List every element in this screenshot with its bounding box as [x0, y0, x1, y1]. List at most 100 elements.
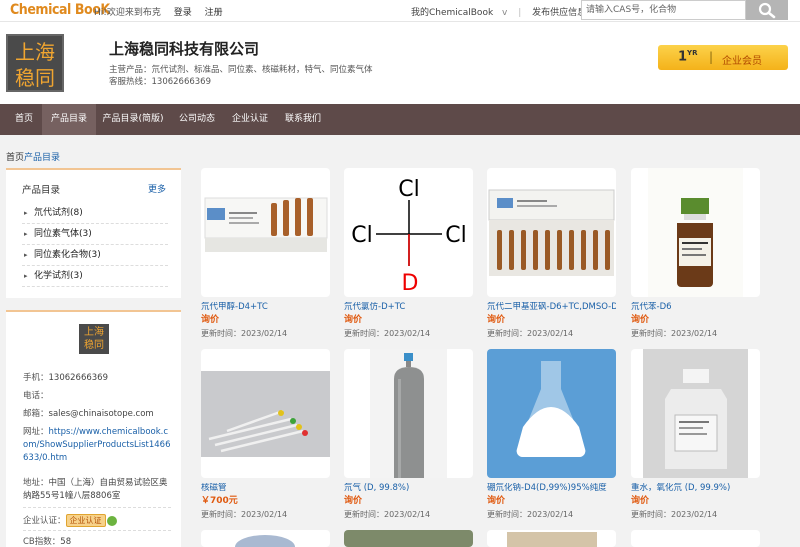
product-card[interactable]: 氘气 (D, 99.8%) 询价 更新时间：2023/02/14 — [344, 349, 473, 520]
product-card-partial[interactable] — [487, 530, 616, 547]
nav-product-catalog[interactable]: 产品目录 — [42, 104, 96, 135]
catalog-title: 产品目录 — [22, 185, 61, 196]
product-image-structure[interactable]: Cl Cl Cl D — [344, 168, 473, 297]
page-body: 首页产品目录 产品目录 更多 ▸ 氘代试剂(8) ▸ 同位素气体(3) ▸ 同位素化合… — [0, 135, 800, 547]
member-badge[interactable]: 1YR | 企业会员 — [658, 45, 788, 70]
product-updated: 更新时间：2023/02/14 — [487, 510, 574, 519]
product-name[interactable]: 氘气 (D, 99.8%) — [344, 483, 473, 494]
cb-index-row: CB指数：58 — [23, 536, 173, 547]
welcome-text: Hi!欢迎来到布克 — [94, 8, 161, 18]
product-updated: 更新时间：2023/02/14 — [201, 329, 288, 338]
bullet-icon: ▸ — [24, 209, 28, 217]
register-link[interactable]: 注册 — [205, 8, 223, 18]
product-card[interactable]: 氘代苯-D6 询价 更新时间：2023/02/14 — [631, 168, 760, 339]
product-updated: 更新时间：2023/02/14 — [344, 329, 431, 338]
product-card-partial[interactable] — [631, 530, 760, 547]
category-item[interactable]: ▸ 化学试剂(3) — [22, 266, 168, 287]
product-image-bottle[interactable] — [631, 349, 760, 478]
search-box — [581, 0, 746, 20]
category-item[interactable]: ▸ 同位素化合物(3) — [22, 245, 168, 266]
product-updated: 更新时间：2023/02/14 — [631, 510, 718, 519]
product-card[interactable]: 氘代二甲基亚砜-D6+TC,DMSO-D6+TC 询价 更新时间：2023/02… — [487, 168, 616, 339]
product-card[interactable]: 氘代甲醇-D4+TC 询价 更新时间：2023/02/14 — [201, 168, 330, 339]
cl-label: Cl — [445, 223, 466, 248]
product-image-powder[interactable] — [487, 349, 616, 478]
powder-flask-image — [487, 349, 616, 478]
product-name[interactable]: 氘代苯-D6 — [631, 302, 760, 313]
product-price[interactable]: 询价 — [631, 496, 760, 507]
member-years-unit: YR — [687, 49, 698, 57]
product-name[interactable]: 氘代氯仿-D+TC — [344, 302, 473, 313]
product-image-partial[interactable] — [487, 530, 616, 547]
product-card-partial[interactable] — [201, 530, 330, 547]
category-label: 同位素化合物(3) — [34, 250, 101, 260]
product-card[interactable]: 核磁管 ￥700元 更新时间：2023/02/14 — [201, 349, 330, 520]
separator: | — [518, 8, 522, 18]
company-logo-line2: 稳同 — [15, 66, 55, 90]
product-image-vial[interactable] — [631, 168, 760, 297]
member-label: 企业会员 — [722, 56, 762, 67]
product-card[interactable]: 硼氘化钠-D4(D,99%)95%纯度 询价 更新时间：2023/02/14 — [487, 349, 616, 520]
nav-contact-us[interactable]: 联系我们 — [278, 104, 328, 135]
chevron-down-icon[interactable]: v — [502, 8, 507, 18]
product-image-gas-cylinder[interactable] — [344, 349, 473, 478]
chloroform-d-structure: Cl Cl Cl D — [351, 177, 466, 296]
nav-company-certification[interactable]: 企业认证 — [225, 104, 275, 135]
main-nav: 首页 产品目录 产品目录(简版) 公司动态 企业认证 联系我们 — [0, 104, 800, 135]
email-label: 邮箱： — [23, 409, 49, 419]
main-products-text: 主营产品：氘代试剂、标准品、同位素、核磁耗材，特气、同位素气体 — [109, 65, 373, 75]
product-price[interactable]: 询价 — [631, 315, 760, 326]
search-button[interactable] — [746, 0, 788, 20]
product-price[interactable]: 询价 — [201, 315, 330, 326]
category-item[interactable]: ▸ 同位素气体(3) — [22, 224, 168, 245]
product-price[interactable]: 询价 — [344, 315, 473, 326]
product-name[interactable]: 硼氘化钠-D4(D,99%)95%纯度 — [487, 483, 616, 494]
login-link[interactable]: 登录 — [174, 8, 192, 18]
sidebar-catalog: 产品目录 更多 ▸ 氘代试剂(8) ▸ 同位素气体(3) ▸ 同位素化合物(3) ▸ 化… — [6, 168, 181, 298]
category-label: 化学试剂(3) — [34, 271, 83, 281]
product-card[interactable]: 重水，氧化氘 (D, 99.9%) 询价 更新时间：2023/02/14 — [631, 349, 760, 520]
product-card[interactable]: Cl Cl Cl D 氘代氯仿-D+TC 询价 更新时间：2023/02/14 — [344, 168, 473, 339]
water-bottle-image — [643, 349, 748, 478]
contact-logo-line1: 上海 — [84, 327, 104, 338]
search-input[interactable] — [582, 1, 742, 19]
product-name[interactable]: 核磁管 — [201, 483, 330, 494]
catalog-more-link[interactable]: 更多 — [148, 182, 166, 195]
product-price[interactable]: 询价 — [344, 496, 473, 507]
product-image-partial[interactable] — [201, 530, 330, 547]
product-image-partial[interactable] — [631, 530, 760, 547]
company-logo[interactable]: 上海 稳同 — [6, 34, 64, 92]
product-price[interactable]: 询价 — [487, 315, 616, 326]
nav-company-news[interactable]: 公司动态 — [172, 104, 222, 135]
nav-product-catalog-simple[interactable]: 产品目录(简版) — [96, 104, 170, 135]
ampoule-box-image — [204, 197, 328, 252]
bullet-icon: ▸ — [24, 251, 28, 259]
publish-supply-link[interactable]: 发布供应信息 — [532, 8, 586, 18]
product-name[interactable]: 氘代二甲基亚砜-D6+TC,DMSO-D6+TC — [487, 302, 616, 313]
product-image-partial[interactable] — [344, 530, 473, 547]
category-item[interactable]: ▸ 氘代试剂(8) — [22, 203, 168, 224]
cert-badge[interactable]: 企业认证 — [65, 514, 106, 527]
nav-home[interactable]: 首页 — [6, 104, 42, 135]
product-image-ampoule-tray[interactable] — [487, 168, 616, 297]
product-image-ampoule-box[interactable] — [201, 168, 330, 297]
category-label: 氘代试剂(8) — [34, 208, 83, 218]
ampoule-tray-image — [488, 189, 615, 276]
product-name[interactable]: 氘代甲醇-D4+TC — [201, 302, 330, 313]
sidebar-contact: 上海 稳同 手机：13062666369 电话： 邮箱：sales@chinai… — [6, 310, 181, 547]
phone-label: 手机： — [23, 373, 49, 383]
product-price[interactable]: ￥700元 — [201, 496, 330, 507]
breadcrumb-current[interactable]: 产品目录 — [24, 153, 60, 163]
product-card-partial[interactable] — [344, 530, 473, 547]
breadcrumb-home[interactable]: 首页 — [6, 153, 24, 163]
product-image-nmr-tubes[interactable] — [201, 349, 330, 478]
product-updated: 更新时间：2023/02/14 — [201, 510, 288, 519]
tel-row: 电话： — [23, 390, 173, 403]
company-header: 上海 稳同 上海稳同科技有限公司 主营产品：氘代试剂、标准品、同位素、核磁耗材，… — [0, 22, 800, 104]
my-chemicalbook-menu[interactable]: 我的ChemicalBook — [411, 8, 493, 18]
vial-image — [648, 168, 743, 297]
product-name[interactable]: 重水，氧化氘 (D, 99.9%) — [631, 483, 760, 494]
product-price[interactable]: 询价 — [487, 496, 616, 507]
verified-check-icon — [106, 515, 117, 526]
divider — [23, 507, 171, 508]
